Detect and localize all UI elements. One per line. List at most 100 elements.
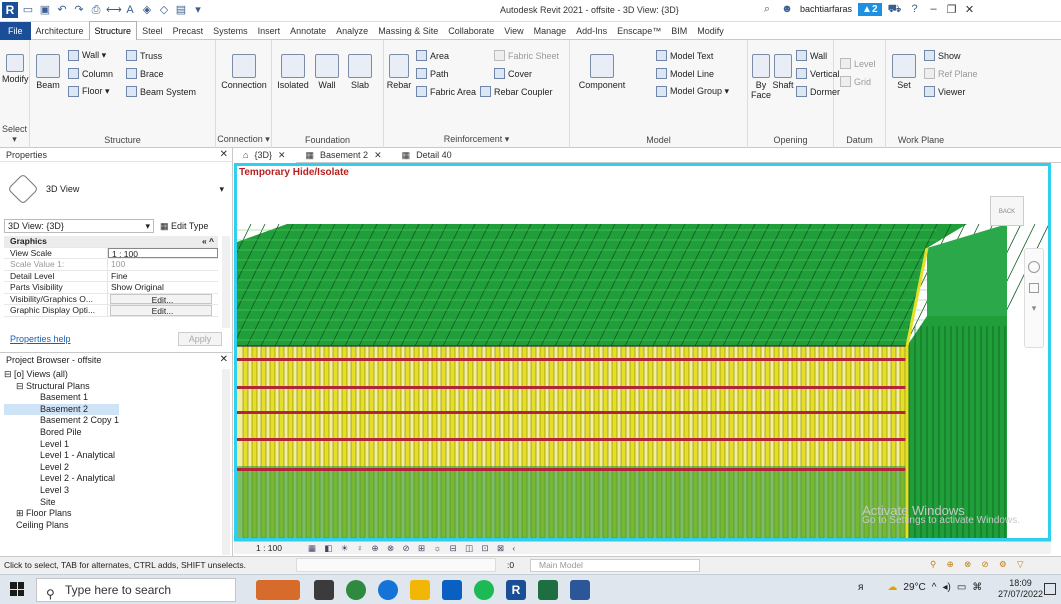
word-icon[interactable] (570, 580, 590, 600)
browser-node[interactable]: Level 1 - Analytical (4, 450, 119, 462)
model-line-button[interactable]: Model Line (656, 68, 714, 79)
navigation-bar[interactable]: ▾ (1024, 248, 1044, 348)
path-button[interactable]: Path (416, 68, 449, 79)
file-explorer-icon[interactable] (410, 580, 430, 600)
switch-windows-icon[interactable]: ▤ (174, 3, 188, 17)
type-selector[interactable]: 3D View ▾ (4, 166, 228, 212)
weather-icon[interactable]: ☁ (887, 582, 897, 593)
beam-button[interactable]: Beam (32, 54, 64, 90)
area-button[interactable]: Area (416, 50, 449, 61)
ribbon-tab-precast[interactable]: Precast (168, 22, 209, 40)
cover-button[interactable]: Cover (494, 68, 532, 79)
minimize-button[interactable]: – (928, 3, 940, 15)
task-view-icon[interactable] (314, 580, 334, 600)
column-button[interactable]: Column (68, 68, 113, 79)
component-button[interactable]: Component (576, 54, 628, 90)
ribbon-tab-collaborate[interactable]: Collaborate (443, 22, 499, 40)
edit-type-button[interactable]: ▦ Edit Type (160, 221, 208, 232)
brace-button[interactable]: Brace (126, 68, 164, 79)
browser-node[interactable]: Basement 2 Copy 1 (4, 415, 119, 427)
taskbar-search[interactable]: ⚲ Type here to search (36, 578, 236, 602)
properties-scrollbar[interactable] (222, 236, 230, 328)
ribbon-tab-insert[interactable]: Insert (253, 22, 286, 40)
revit-logo-icon[interactable]: R (2, 2, 18, 18)
battery-icon[interactable]: ▭ (957, 582, 966, 593)
wall-button[interactable]: Wall ▾ (68, 50, 106, 61)
structural-model-3d[interactable] (237, 166, 1048, 538)
ribbon-tab-steel[interactable]: Steel (137, 22, 168, 40)
browser-node[interactable]: ⊞ Floor Plans (4, 508, 119, 520)
restore-button[interactable]: ❐ (946, 3, 958, 16)
properties-group-header[interactable]: Graphics « ^ (4, 236, 218, 248)
viewer-button[interactable]: Viewer (924, 86, 965, 97)
shaft-button[interactable]: Shaft (772, 54, 794, 90)
3d-view-icon[interactable]: ◈ (140, 3, 154, 17)
notification-badge[interactable]: ▲2 (858, 2, 882, 16)
browser-node[interactable]: ⊟ [o] Views (all) (4, 369, 119, 381)
ribbon-tab-bim[interactable]: BIM (666, 22, 692, 40)
slab-foundation-button[interactable]: Slab (344, 54, 376, 90)
ribbon-tab-structure[interactable]: Structure (88, 21, 138, 41)
text-icon[interactable]: A (123, 3, 137, 17)
ribbon-tab-modify[interactable]: Modify (692, 22, 729, 40)
panel-connection-label[interactable]: Connection ▾ (216, 134, 271, 145)
property-value[interactable]: 1 : 100 (108, 247, 218, 259)
panel-reinforcement-label[interactable]: Reinforcement ▾ (384, 134, 569, 145)
excel-icon[interactable] (538, 580, 558, 600)
floor-button[interactable]: Floor ▾ (68, 86, 110, 97)
wall-opening-button[interactable]: Wall (796, 50, 827, 61)
rebar-coupler-button[interactable]: Rebar Coupler (480, 86, 553, 97)
fabric-area-button[interactable]: Fabric Area (416, 86, 476, 97)
cart-icon[interactable]: ⛟ (888, 2, 902, 16)
close-icon[interactable]: ✕ (220, 149, 228, 160)
vertical-opening-button[interactable]: Vertical (796, 68, 840, 79)
properties-help-link[interactable]: Properties help (10, 334, 71, 344)
notification-center-icon[interactable] (1044, 583, 1056, 595)
view-instance-dropdown[interactable]: 3D View: {3D} ▾ (4, 219, 154, 233)
edge-icon[interactable] (346, 580, 366, 600)
browser-node[interactable]: ⊟ Structural Plans (4, 381, 119, 393)
beam-system-button[interactable]: Beam System (126, 86, 196, 97)
browser-node[interactable]: Level 2 (4, 462, 119, 474)
close-tab-icon[interactable]: ✕ (278, 148, 286, 163)
drawing-area[interactable]: Temporary Hide/Isolate BACK ▾ Activate W… (234, 163, 1051, 541)
property-edit-button[interactable]: Edit... (110, 293, 212, 305)
navbar-chevron-icon[interactable]: ▾ (1025, 303, 1043, 314)
model-group-button[interactable]: Model Group ▾ (656, 86, 729, 97)
browser-node[interactable]: Basement 1 (4, 392, 119, 404)
workset-selector[interactable] (296, 558, 496, 572)
by-face-button[interactable]: By Face (750, 54, 772, 100)
ribbon-tab-systems[interactable]: Systems (208, 22, 253, 40)
browser-node[interactable]: Level 1 (4, 439, 119, 451)
tray-chevron-icon[interactable]: ^ (932, 582, 937, 593)
browser-node[interactable]: Ceiling Plans (4, 520, 119, 532)
modify-button[interactable]: Modify (2, 54, 29, 84)
selection-filter-icons[interactable]: ⚲ ⊕ ⊗ ⊘ ⚙ ▽ (930, 559, 1028, 570)
ribbon-tab-architecture[interactable]: Architecture (31, 22, 89, 40)
network-icon[interactable]: ⌘ (972, 582, 982, 593)
redo-icon[interactable]: ↷ (72, 3, 86, 17)
show-work-plane-button[interactable]: Show (924, 50, 961, 61)
spotify-icon[interactable] (474, 580, 494, 600)
wall-foundation-button[interactable]: Wall (312, 54, 342, 90)
revit-taskbar-icon[interactable]: R (506, 580, 526, 600)
people-icon[interactable]: ᴙ (858, 582, 863, 593)
design-option-selector[interactable]: Main Model (530, 559, 700, 572)
weather-app-icon[interactable] (256, 580, 300, 600)
view-tab[interactable]: ⌂ {3D} ✕ (233, 147, 296, 163)
close-button[interactable]: ✕ (964, 3, 976, 16)
sections-icon[interactable]: ◇ (157, 3, 171, 17)
connection-button[interactable]: Connection (220, 54, 268, 90)
browser-scrollbar[interactable] (222, 369, 230, 555)
fabric-sheet-button[interactable]: Fabric Sheet (494, 50, 559, 61)
ribbon-tab-manage[interactable]: Manage (529, 22, 572, 40)
close-icon[interactable]: ✕ (220, 354, 228, 365)
apply-button[interactable]: Apply (178, 332, 222, 346)
steering-wheel-icon[interactable] (1028, 261, 1040, 273)
zoom-icon[interactable] (1029, 283, 1039, 293)
rebar-button[interactable]: Rebar (386, 54, 412, 90)
level-button[interactable]: Level (840, 58, 876, 69)
view-tab[interactable]: ▦ Detail 40 (392, 148, 462, 163)
help-icon[interactable]: ? (908, 2, 922, 16)
ref-plane-button[interactable]: Ref Plane (924, 68, 978, 79)
